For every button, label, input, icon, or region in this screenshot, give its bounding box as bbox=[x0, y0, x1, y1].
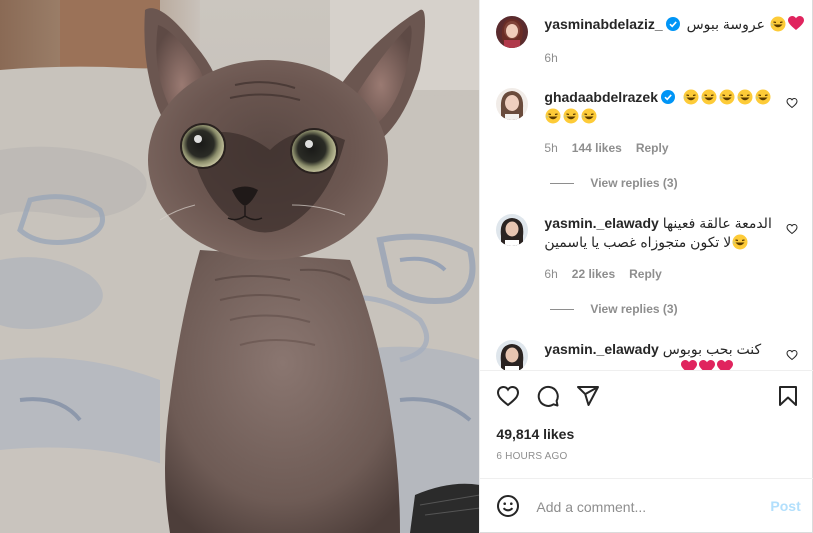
comment-likes[interactable]: 144 likes bbox=[572, 141, 622, 155]
verified-badge-icon bbox=[661, 90, 676, 104]
view-replies-button[interactable]: View replies (3) bbox=[550, 302, 678, 316]
avatar-image bbox=[496, 214, 529, 246]
red-heart-emoji-icon bbox=[717, 360, 734, 370]
heart-icon[interactable] bbox=[496, 384, 520, 408]
commenter-avatar[interactable] bbox=[496, 214, 529, 246]
author-caption-time: 6h bbox=[544, 51, 558, 65]
reply-button[interactable]: Reply bbox=[636, 141, 669, 155]
commenter-avatar[interactable] bbox=[496, 340, 529, 370]
comment-like-heart-icon[interactable] bbox=[786, 223, 798, 235]
view-replies-label: View replies (3) bbox=[590, 302, 678, 316]
caption-text: عروسة ببوس bbox=[686, 16, 765, 32]
comment-line-2-clipped bbox=[680, 360, 734, 370]
laughing-emoji-icon bbox=[737, 89, 753, 105]
laughing-emoji-icon bbox=[732, 234, 748, 250]
red-heart-emoji-icon bbox=[681, 360, 698, 370]
comment-username[interactable]: yasmin._elawady bbox=[544, 215, 658, 231]
post-photo[interactable] bbox=[0, 0, 480, 533]
commenter-avatar[interactable] bbox=[496, 88, 529, 120]
avatar-image bbox=[496, 16, 529, 48]
comment-text: ghadaabdelrazek bbox=[544, 89, 772, 105]
avatar-image bbox=[496, 88, 529, 120]
laughing-emoji-icon bbox=[563, 108, 579, 124]
post-timestamp[interactable]: 6 HOURS AGO bbox=[496, 451, 567, 462]
sphynx-cat-photo bbox=[0, 0, 480, 533]
instagram-post: yasminabdelaziz_ عروسة ببوس 6h ghadaabde… bbox=[0, 0, 813, 533]
comment-like-heart-icon[interactable] bbox=[786, 349, 798, 361]
comment-text-line-1: كنت بحب بوبوس bbox=[662, 341, 762, 357]
comment-input[interactable] bbox=[536, 496, 757, 518]
laughing-emoji-icon bbox=[770, 16, 786, 32]
comment-likes[interactable]: 22 likes bbox=[572, 267, 615, 281]
view-replies-button[interactable]: View replies (3) bbox=[550, 176, 678, 190]
bookmark-icon[interactable] bbox=[776, 384, 800, 408]
section-divider bbox=[480, 370, 813, 371]
replies-dash bbox=[550, 182, 575, 184]
laughing-emoji-icon bbox=[755, 89, 771, 105]
comment-meta: 6h 22 likes Reply bbox=[544, 267, 675, 281]
comment-time: 5h bbox=[544, 141, 558, 155]
laughing-emoji-icon bbox=[719, 89, 735, 105]
comment-text: yasmin._elawady كنت بحب بوبوس bbox=[544, 341, 761, 358]
comments-list[interactable]: yasminabdelaziz_ عروسة ببوس 6h ghadaabde… bbox=[480, 0, 813, 370]
replies-dash bbox=[550, 308, 575, 310]
post-likes-count[interactable]: 49,814 likes bbox=[496, 426, 574, 442]
paper-plane-icon[interactable] bbox=[576, 384, 600, 408]
comment-text: yasmin._elawady الدمعة عالقة فعينها bbox=[544, 215, 771, 232]
smiley-icon[interactable] bbox=[496, 494, 520, 518]
author-caption: yasminabdelaziz_ عروسة ببوس bbox=[544, 16, 804, 33]
laughing-emoji-icon bbox=[581, 108, 597, 124]
comment-emoji-line-2 bbox=[544, 108, 598, 124]
laughing-emoji-icon bbox=[683, 89, 699, 105]
verified-badge-icon bbox=[665, 17, 680, 31]
view-replies-label: View replies (3) bbox=[590, 176, 678, 190]
laughing-emoji-icon bbox=[545, 108, 561, 124]
reply-button[interactable]: Reply bbox=[629, 267, 662, 281]
post-side-panel: yasminabdelaziz_ عروسة ببوس 6h ghadaabde… bbox=[479, 0, 813, 533]
comment-emoji-line-1 bbox=[682, 89, 772, 105]
red-heart-emoji-icon bbox=[699, 360, 716, 370]
red-heart-emoji-icon bbox=[787, 16, 804, 30]
author-avatar[interactable] bbox=[496, 16, 529, 48]
comment-bubble-icon[interactable] bbox=[536, 384, 560, 408]
comment-text-line-2: لا تكون متجوزاه غصب يا ياسمين bbox=[544, 234, 732, 250]
laughing-emoji-icon bbox=[701, 89, 717, 105]
comment-line-2: لا تكون متجوزاه غصب يا ياسمين bbox=[544, 234, 749, 251]
author-username[interactable]: yasminabdelaziz_ bbox=[544, 16, 662, 32]
post-comment-button[interactable]: Post bbox=[770, 498, 800, 514]
comment-username[interactable]: yasmin._elawady bbox=[544, 341, 658, 357]
comment-time: 6h bbox=[544, 267, 558, 281]
comment-like-heart-icon[interactable] bbox=[786, 97, 798, 109]
comment-meta: 5h 144 likes Reply bbox=[544, 141, 682, 155]
comment-text-line-1: الدمعة عالقة فعينها bbox=[662, 215, 772, 231]
avatar-image bbox=[496, 340, 529, 370]
add-comment-bar: Post bbox=[480, 478, 813, 533]
comment-username[interactable]: ghadaabdelrazek bbox=[544, 89, 658, 105]
